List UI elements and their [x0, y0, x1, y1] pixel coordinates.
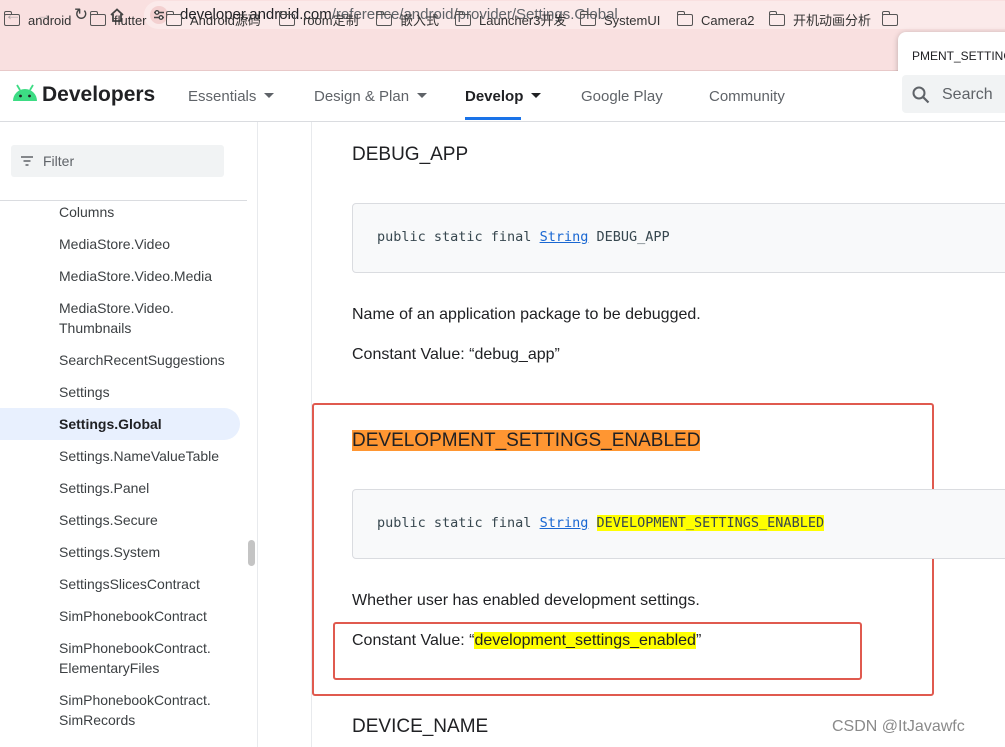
sidebar-item-mediastore-video[interactable]: MediaStore.Video: [59, 234, 170, 254]
code-modifiers: public static final: [377, 515, 532, 531]
constant-suffix: ”: [554, 346, 560, 363]
sidebar-item-mediastore-video-thumbnails[interactable]: MediaStore.Video. Thumbnails: [59, 298, 174, 338]
bookmark-launcher3[interactable]: Launcher3开发: [454, 11, 567, 30]
active-tab-indicator: [465, 117, 521, 120]
constant-label: Constant Value: “: [352, 346, 475, 363]
tab-community[interactable]: Community: [709, 88, 785, 105]
reload-icon[interactable]: ↻: [70, 4, 92, 26]
bookmark-label: SystemUI: [604, 13, 661, 28]
sidebar-item-mediastore-video-media[interactable]: MediaStore.Video.Media: [59, 266, 212, 286]
constant-value-text: development_settings_enabled: [474, 632, 696, 649]
bookmark-android[interactable]: android: [3, 11, 72, 30]
sidebar-item-search-recent-suggestions[interactable]: SearchRecentSuggestions: [59, 350, 225, 370]
bookmark-flutter[interactable]: flutter: [89, 11, 147, 30]
bookmarks-bar: [0, 30, 1005, 71]
section-title-debug-app: DEBUG_APP: [352, 144, 469, 165]
sidebar-item-settings-global[interactable]: Settings.Global: [59, 414, 162, 434]
tab-design-plan[interactable]: Design & Plan: [314, 88, 428, 105]
search-match-highlight: DEVELOPMENT_SETTINGS_ENABLED: [352, 430, 701, 451]
bookmark-camera2[interactable]: Camera2: [676, 11, 755, 30]
tab-label: Google Play: [581, 88, 663, 105]
folder-icon: [768, 11, 785, 26]
sidebar-scrollbar[interactable]: [248, 540, 255, 566]
watermark: CSDN @ItJavawfc: [832, 718, 965, 735]
string-type-link[interactable]: String: [540, 229, 589, 245]
android-logo-icon[interactable]: [12, 84, 38, 102]
code-constant-name: DEBUG_APP: [596, 229, 670, 245]
search-icon[interactable]: [912, 86, 930, 104]
sidebar-item-label: ElementaryFiles: [59, 660, 160, 676]
chevron-down-icon: [417, 93, 428, 98]
bookmark-label: android: [28, 13, 72, 28]
chevron-down-icon: [531, 93, 542, 98]
filter-placeholder: Filter: [43, 153, 75, 169]
folder-icon: [3, 11, 20, 26]
tab-essentials[interactable]: Essentials: [188, 88, 275, 105]
tab-label: Essentials: [188, 88, 257, 105]
sidebar-item-settings[interactable]: Settings: [59, 382, 110, 402]
folder-icon: [89, 11, 106, 26]
bookmark-label: Android源码: [190, 13, 261, 28]
site-logo-text[interactable]: Developers: [42, 83, 155, 107]
tab-develop[interactable]: Develop: [465, 88, 542, 105]
chevron-down-icon: [264, 93, 275, 98]
bookmark-label: 开机动画分析: [793, 13, 872, 28]
folder-icon: [676, 11, 693, 26]
string-type-link[interactable]: String: [540, 515, 589, 531]
bookmark-label: flutter: [114, 13, 147, 28]
constant-label: Constant Value: “: [352, 632, 475, 649]
search-placeholder: Search: [942, 86, 993, 103]
section-title-device-name: DEVICE_NAME: [352, 716, 489, 737]
tab-label: Design & Plan: [314, 88, 410, 105]
constant-value-text: debug_app: [474, 346, 555, 363]
folder-icon: [881, 11, 898, 26]
sidebar-item-simphonebook-simrecords[interactable]: SimPhonebookContract. SimRecords: [59, 690, 211, 730]
folder-icon: [278, 11, 295, 26]
sidebar-divider: [0, 200, 247, 201]
code-signature: public static final String DEVELOPMENT_S…: [377, 515, 825, 531]
sidebar-item-label: SimPhonebookContract.: [59, 692, 211, 708]
constant-value: Constant Value: “development_settings_en…: [352, 632, 701, 650]
sidebar-item-simphonebook-contract[interactable]: SimPhonebookContract: [59, 606, 207, 626]
bookmark-systemui[interactable]: SystemUI: [579, 11, 661, 30]
code-signature: public static final String DEBUG_APP: [377, 229, 670, 245]
sidebar-item-settings-panel[interactable]: Settings.Panel: [59, 478, 149, 498]
sidebar-item-label: SimRecords: [59, 712, 136, 728]
bookmark-android-source[interactable]: Android源码: [165, 11, 261, 30]
code-constant-name: DEVELOPMENT_SETTINGS_ENABLED: [596, 515, 825, 531]
folder-icon: [375, 11, 392, 26]
sidebar-item-simphonebook-elementaryfiles[interactable]: SimPhonebookContract. ElementaryFiles: [59, 638, 211, 678]
sidebar-item-settings-namevaluetable[interactable]: Settings.NameValueTable: [59, 446, 219, 466]
constant-value: Constant Value: “debug_app”: [352, 346, 560, 364]
filter-icon: [21, 156, 33, 166]
tab-label: Community: [709, 88, 785, 105]
sidebar-item-settings-system[interactable]: Settings.System: [59, 542, 160, 562]
sidebar-item-settings-secure[interactable]: Settings.Secure: [59, 510, 158, 530]
bookmark-label: room定制: [303, 13, 359, 28]
section-description: Whether user has enabled development set…: [352, 592, 700, 609]
bookmark-overflow[interactable]: [881, 11, 906, 30]
sidebar-item-label: SimPhonebookContract.: [59, 640, 211, 656]
folder-icon: [454, 11, 471, 26]
tab-label: Develop: [465, 88, 524, 105]
folder-icon: [579, 11, 596, 26]
constant-suffix: ”: [695, 632, 702, 649]
annotation-box-constant: [333, 622, 862, 680]
sidebar-item-columns[interactable]: Columns: [59, 202, 114, 222]
bookmark-label: Camera2: [701, 13, 755, 28]
sidebar-item-settings-slices-contract[interactable]: SettingsSlicesContract: [59, 574, 200, 594]
bookmark-room[interactable]: room定制: [278, 11, 359, 30]
section-title-development-settings-enabled: DEVELOPMENT_SETTINGS_ENABLED: [352, 430, 701, 452]
sidebar-item-label: Thumbnails: [59, 320, 132, 336]
bookmark-embedded[interactable]: 嵌入式: [375, 11, 440, 30]
section-description: Name of an application package to be deb…: [352, 306, 701, 323]
sidebar-item-label: MediaStore.Video.: [59, 300, 174, 316]
bookmark-label: Launcher3开发: [479, 13, 567, 28]
code-modifiers: public static final: [377, 229, 532, 245]
bookmark-label: 嵌入式: [400, 13, 440, 28]
find-popup-text: PMENT_SETTINGS: [912, 49, 1005, 63]
bookmark-boot-animation[interactable]: 开机动画分析: [768, 11, 872, 30]
folder-icon: [165, 11, 182, 26]
tab-google-play[interactable]: Google Play: [581, 88, 663, 105]
